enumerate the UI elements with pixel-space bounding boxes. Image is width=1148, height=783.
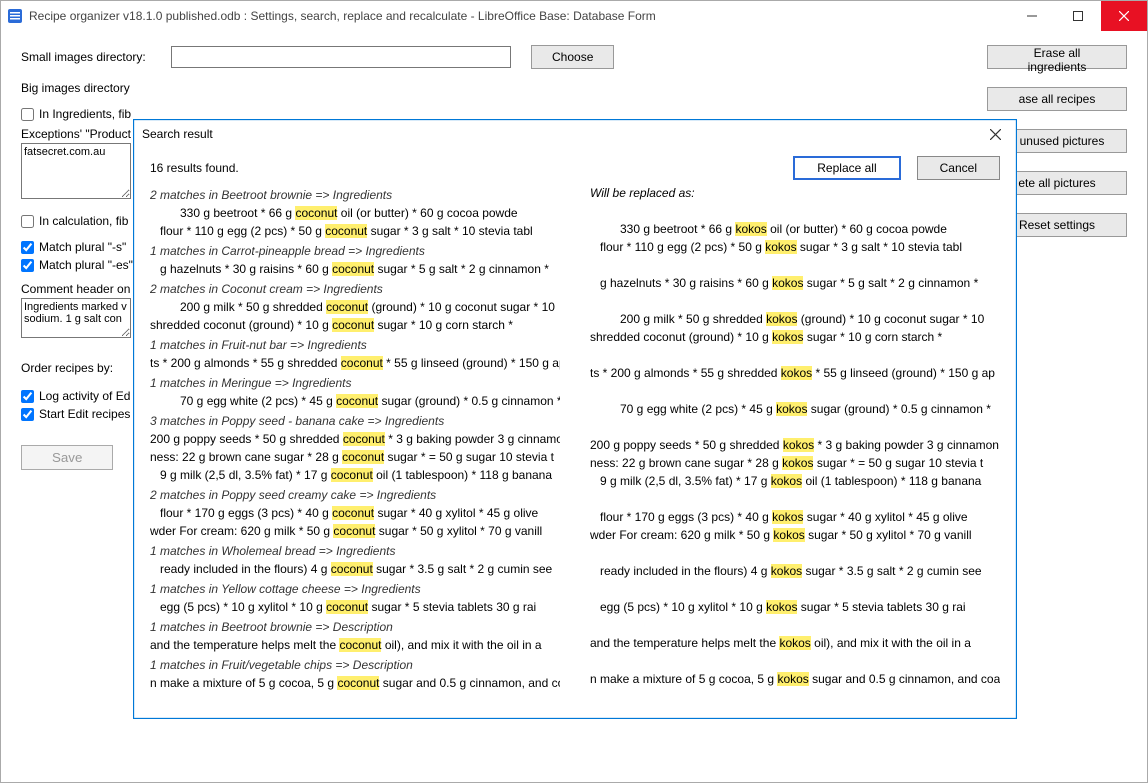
minimize-button[interactable] xyxy=(1009,1,1055,31)
match-line: and the temperature helps melt the cocon… xyxy=(150,636,560,654)
match-header: 1 matches in Carrot-pineapple bread => I… xyxy=(150,242,560,260)
dialog-title: Search result xyxy=(142,127,982,141)
match-line: 200 g milk * 50 g shredded kokos (ground… xyxy=(590,310,1000,328)
match-line: flour * 110 g egg (2 pcs) * 50 g coconut… xyxy=(150,222,560,240)
match-line: ts * 200 g almonds * 55 g shredded kokos… xyxy=(590,364,1000,382)
match-line: flour * 110 g egg (2 pcs) * 50 g kokos s… xyxy=(590,238,1000,256)
match-line: flour * 170 g eggs (3 pcs) * 40 g kokos … xyxy=(590,508,1000,526)
titlebar: Recipe organizer v18.1.0 published.odb :… xyxy=(1,1,1147,31)
match-plural-s-checkbox[interactable] xyxy=(21,241,34,254)
app-icon xyxy=(7,8,23,24)
search-result-dialog: Search result 16 results found. Replace … xyxy=(133,119,1017,719)
match-line: 9 g milk (2,5 dl, 3.5% fat) * 17 g kokos… xyxy=(590,472,1000,490)
match-header: 2 matches in Coconut cream => Ingredient… xyxy=(150,280,560,298)
save-button[interactable]: Save xyxy=(21,445,113,470)
match-line: 200 g poppy seeds * 50 g shredded coconu… xyxy=(150,430,560,448)
match-line: 330 g beetroot * 66 g kokos oil (or butt… xyxy=(590,220,1000,238)
start-edit-checkbox[interactable] xyxy=(21,408,34,421)
match-line: 200 g poppy seeds * 50 g shredded kokos … xyxy=(590,436,1000,454)
log-activity-checkbox[interactable] xyxy=(21,390,34,403)
match-line: 200 g milk * 50 g shredded coconut (grou… xyxy=(150,298,560,316)
in-ingredients-label: In Ingredients, fib xyxy=(39,107,131,121)
match-line: 70 g egg white (2 pcs) * 45 g kokos suga… xyxy=(590,400,1000,418)
results-preview-column: Will be replaced as: 330 g beetroot * 66 … xyxy=(590,184,1000,692)
match-line: and the temperature helps melt the kokos… xyxy=(590,634,1000,652)
match-line: 70 g egg white (2 pcs) * 45 g coconut su… xyxy=(150,392,560,410)
match-header: 1 matches in Yellow cottage cheese => In… xyxy=(150,580,560,598)
replace-all-button[interactable]: Replace all xyxy=(793,156,900,180)
match-header: 1 matches in Meringue => Ingredients xyxy=(150,374,560,392)
big-images-dir-label: Big images directory xyxy=(21,81,171,95)
match-header: 1 matches in Wholemeal bread => Ingredie… xyxy=(150,542,560,560)
match-line: egg (5 pcs) * 10 g xylitol * 10 g coconu… xyxy=(150,598,560,616)
preview-header: Will be replaced as: xyxy=(590,184,1000,202)
match-line: n make a mixture of 5 g cocoa, 5 g cocon… xyxy=(150,674,560,692)
match-plural-s-label: Match plural "-s" xyxy=(39,240,126,254)
match-line: wder For cream: 620 g milk * 50 g coconu… xyxy=(150,522,560,540)
match-header: 1 matches in Fruit-nut bar => Ingredient… xyxy=(150,336,560,354)
match-line: ts * 200 g almonds * 55 g shredded cocon… xyxy=(150,354,560,372)
results-count: 16 results found. xyxy=(150,161,777,175)
results-original-column: 2 matches in Beetroot brownie => Ingredi… xyxy=(150,184,560,692)
match-line: ready included in the flours) 4 g coconu… xyxy=(150,560,560,578)
match-header: 3 matches in Poppy seed - banana cake =>… xyxy=(150,412,560,430)
match-plural-es-checkbox[interactable] xyxy=(21,259,34,272)
choose-button[interactable]: Choose xyxy=(531,45,614,69)
match-line: g hazelnuts * 30 g raisins * 60 g kokos … xyxy=(590,274,1000,292)
match-header: 1 matches in Beetroot brownie => Descrip… xyxy=(150,618,560,636)
match-line: ness: 22 g brown cane sugar * 28 g cocon… xyxy=(150,448,560,466)
in-calculation-label: In calculation, fib xyxy=(39,214,128,228)
dialog-close-button[interactable] xyxy=(982,121,1008,147)
match-line: wder For cream: 620 g milk * 50 g kokos … xyxy=(590,526,1000,544)
match-line: shredded coconut (ground) * 10 g kokos s… xyxy=(590,328,1000,346)
maximize-button[interactable] xyxy=(1055,1,1101,31)
match-line: flour * 170 g eggs (3 pcs) * 40 g coconu… xyxy=(150,504,560,522)
exceptions-input[interactable] xyxy=(21,143,131,199)
comment-header-input[interactable] xyxy=(21,298,131,338)
match-line: 9 g milk (2,5 dl, 3.5% fat) * 17 g cocon… xyxy=(150,466,560,484)
match-header: 2 matches in Beetroot brownie => Ingredi… xyxy=(150,186,560,204)
match-header: 2 matches in Poppy seed creamy cake => I… xyxy=(150,486,560,504)
erase-ingredients-button[interactable]: Erase all ingredients xyxy=(987,45,1127,69)
small-images-dir-label: Small images directory: xyxy=(21,50,171,64)
in-ingredients-checkbox[interactable] xyxy=(21,108,34,121)
in-calculation-checkbox[interactable] xyxy=(21,215,34,228)
erase-recipes-button[interactable]: ase all recipes xyxy=(987,87,1127,111)
match-plural-es-label: Match plural "-es" xyxy=(39,258,133,272)
small-images-dir-input[interactable] xyxy=(171,46,511,68)
close-button[interactable] xyxy=(1101,1,1147,31)
match-line: shredded coconut (ground) * 10 g coconut… xyxy=(150,316,560,334)
window-title: Recipe organizer v18.1.0 published.odb :… xyxy=(29,9,1009,23)
match-line: g hazelnuts * 30 g raisins * 60 g coconu… xyxy=(150,260,560,278)
match-line: ready included in the flours) 4 g kokos … xyxy=(590,562,1000,580)
match-line: ness: 22 g brown cane sugar * 28 g kokos… xyxy=(590,454,1000,472)
match-header: 1 matches in Fruit/vegetable chips => De… xyxy=(150,656,560,674)
cancel-button[interactable]: Cancel xyxy=(917,156,1000,180)
match-line: n make a mixture of 5 g cocoa, 5 g kokos… xyxy=(590,670,1000,688)
match-line: 330 g beetroot * 66 g coconut oil (or bu… xyxy=(150,204,560,222)
start-edit-label: Start Edit recipes xyxy=(39,407,130,421)
log-activity-label: Log activity of Ed xyxy=(39,389,130,403)
match-line: egg (5 pcs) * 10 g xylitol * 10 g kokos … xyxy=(590,598,1000,616)
